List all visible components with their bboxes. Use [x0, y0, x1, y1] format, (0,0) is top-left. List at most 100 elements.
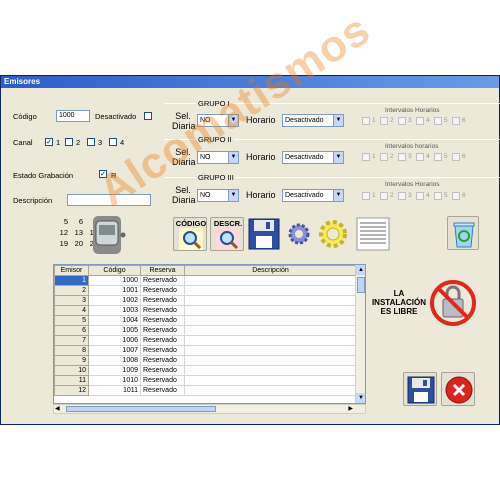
scroll-up-icon[interactable]: ▲ [356, 265, 365, 275]
search-by-description-button[interactable]: DESCR. [210, 217, 244, 251]
table-row[interactable]: 2 1001 Reservado [54, 285, 357, 296]
table-row[interactable]: 8 1007 Reservado [54, 345, 357, 356]
interval-checkbox[interactable] [362, 153, 370, 161]
interval-label: 1 [372, 192, 376, 199]
interval-checkbox[interactable] [416, 117, 424, 125]
table-cell: 12 [54, 385, 89, 396]
table-cell: Reservado [140, 325, 185, 336]
interval-label: 3 [408, 153, 412, 160]
chevron-down-icon: ▼ [333, 152, 343, 163]
recycle-bin-button[interactable] [447, 216, 479, 250]
interval-checkbox[interactable] [380, 117, 388, 125]
chevron-down-icon: ▼ [228, 190, 238, 201]
column-header-codigo[interactable]: Código [88, 265, 141, 276]
scroll-thumb[interactable] [66, 406, 216, 412]
grupo-1-horario-select[interactable]: Desactivado ▼ [282, 114, 344, 127]
column-header-descripcion[interactable]: Descripción [184, 265, 357, 276]
install-status-text: LA INSTALACIÓN ES LIBRE [368, 289, 430, 316]
table-cell [184, 325, 357, 336]
grupo-3-horario-label: Horario [246, 190, 276, 200]
emisores-table[interactable]: Emisor Código Reserva Descripción 1 1000 R… [53, 264, 366, 404]
table-cell: 1011 [88, 385, 141, 396]
grupo-3-sel-value: NO [200, 192, 211, 199]
interval-checkbox[interactable] [380, 192, 388, 200]
interval-label: 1 [372, 153, 376, 160]
document-list-icon[interactable] [356, 217, 390, 251]
floppy-disk-icon[interactable] [248, 218, 280, 250]
table-row[interactable]: 10 1009 Reservado [54, 365, 357, 376]
interval-checkbox[interactable] [434, 192, 442, 200]
interval-checkbox[interactable] [434, 153, 442, 161]
column-header-reserva[interactable]: Reserva [140, 265, 185, 276]
table-cell: Reservado [140, 355, 185, 366]
calendar-day: 13 [74, 228, 83, 237]
interval-checkbox[interactable] [398, 117, 406, 125]
grupo-3: GRUPO III Sel. Diaria NO ▼ Horario Desact… [164, 173, 500, 213]
canal-3-checkbox[interactable] [87, 138, 95, 146]
grupo-3-horario-select[interactable]: Desactivado ▼ [282, 189, 344, 202]
horizontal-scrollbar[interactable]: ◀ ▶ [53, 404, 366, 414]
column-header-emisor[interactable]: Emisor [54, 265, 89, 276]
table-row[interactable]: 11 1010 Reservado [54, 375, 357, 386]
table-row[interactable]: 5 1004 Reservado [54, 315, 357, 326]
table-row[interactable]: 12 1011 Reservado [54, 385, 357, 396]
table-cell: Reservado [140, 295, 185, 306]
close-button[interactable] [441, 372, 475, 406]
interval-checkbox[interactable] [362, 117, 370, 125]
table-row[interactable]: 6 1005 Reservado [54, 325, 357, 336]
gear-icon[interactable] [287, 222, 311, 246]
table-cell: 1010 [88, 375, 141, 386]
settings-gear-icon[interactable] [317, 218, 349, 250]
grupo-3-sel-select[interactable]: NO ▼ [197, 189, 239, 202]
interval-checkbox[interactable] [362, 192, 370, 200]
search-by-code-button[interactable]: CÓDIGO [173, 217, 207, 251]
table-row[interactable]: 3 1002 Reservado [54, 295, 357, 306]
interval-checkbox[interactable] [398, 153, 406, 161]
interval-label: 5 [444, 192, 448, 199]
grupo-2-horario-select[interactable]: Desactivado ▼ [282, 151, 344, 164]
magnifier-icon [216, 228, 240, 250]
interval-label: 6 [462, 117, 466, 124]
calendar-clock-button[interactable]: 567 121314 192021 [53, 216, 131, 254]
vertical-scrollbar[interactable]: ▲ ▼ [355, 265, 365, 403]
table-row[interactable]: 4 1003 Reservado [54, 305, 357, 316]
grupo-1-intervals-label: Intervalos Horarios [385, 107, 440, 114]
emisores-table-body: Emisor Código Reserva Descripción 1 1000 R… [54, 265, 357, 396]
interval-checkbox[interactable] [416, 153, 424, 161]
canal-1-checkbox[interactable]: ✓ [45, 138, 53, 146]
canal-4-checkbox[interactable] [109, 138, 117, 146]
table-row[interactable]: 7 1006 Reservado [54, 335, 357, 346]
interval-checkbox[interactable] [452, 153, 460, 161]
interval-checkbox[interactable] [434, 117, 442, 125]
grupo-1-horario-value: Desactivado [285, 117, 324, 124]
install-status-line2: INSTALACIÓN [371, 298, 427, 307]
table-cell: 4 [54, 305, 89, 316]
interval-checkbox[interactable] [398, 192, 406, 200]
search-by-code-label: CÓDIGO [175, 219, 207, 228]
scroll-thumb[interactable] [357, 277, 365, 293]
interval-checkbox[interactable] [416, 192, 424, 200]
interval-checkbox[interactable] [452, 117, 460, 125]
save-button[interactable] [403, 372, 437, 406]
canal-4-label: 4 [120, 138, 125, 147]
grupo-3-intervals-label: Intervalos Horarios [385, 181, 440, 188]
scroll-right-icon[interactable]: ▶ [348, 405, 353, 413]
interval-label: 4 [426, 153, 430, 160]
interval-label: 5 [444, 153, 448, 160]
interval-checkbox[interactable] [380, 153, 388, 161]
table-row[interactable]: 9 1008 Reservado [54, 355, 357, 366]
desactivado-checkbox[interactable] [144, 112, 152, 120]
table-cell: 1003 [88, 305, 141, 316]
table-row[interactable]: 1 1000 Reservado [54, 275, 357, 286]
interval-label: 5 [444, 117, 448, 124]
canal-2-checkbox[interactable] [65, 138, 73, 146]
scroll-left-icon[interactable]: ◀ [55, 405, 60, 413]
table-cell: 3 [54, 295, 89, 306]
interval-checkbox[interactable] [452, 192, 460, 200]
grupo-2-intervals-label: Intervalos horarios [385, 143, 439, 150]
scroll-down-icon[interactable]: ▼ [356, 393, 365, 403]
interval-label: 3 [408, 192, 412, 199]
interval-label: 4 [426, 192, 430, 199]
codigo-input[interactable]: 1000 [56, 110, 90, 122]
interval-label: 6 [462, 153, 466, 160]
